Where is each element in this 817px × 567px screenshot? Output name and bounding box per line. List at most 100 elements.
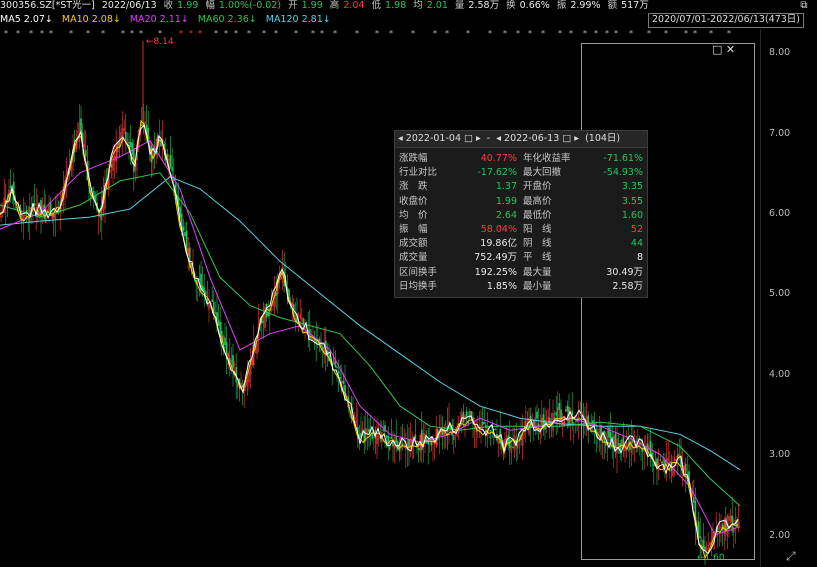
event-marker: *: [709, 29, 713, 38]
stat-value: 3.35: [621, 181, 643, 193]
candle-body: [483, 422, 486, 424]
stat-label: 阴 线: [523, 238, 552, 250]
restore-window-icon[interactable]: ⧉: [796, 0, 812, 12]
volume-label: 量: [454, 0, 465, 11]
event-marker: *: [198, 29, 202, 38]
event-marker: *: [583, 29, 587, 38]
event-marker: *: [121, 29, 125, 38]
date-range-label[interactable]: 2020/07/01-2022/06/13(473日): [648, 13, 804, 28]
candle-body: [494, 429, 497, 431]
candle-body: [337, 371, 340, 374]
stats-row: 成交量 752.49万平 线 8: [395, 251, 647, 265]
candle-body: [566, 405, 569, 412]
stat-label: 成交额: [399, 238, 428, 250]
event-marker: *: [101, 29, 105, 38]
stat-value: 2.58万: [612, 280, 643, 292]
maximize-icon[interactable]: □: [712, 43, 722, 56]
quote-bar: 300356.SZ[*ST光一] 2022/06/13 收 1.99 幅 1.00%…: [0, 0, 817, 13]
high-label: 高: [329, 0, 340, 11]
prev-start-icon[interactable]: ◂: [398, 133, 403, 144]
y-tick-label: 6.00: [769, 208, 791, 220]
stats-row: 收盘价 1.99 最高价 3.55: [395, 195, 647, 209]
event-marker: *: [311, 29, 315, 38]
candle-body: [219, 322, 222, 336]
event-marker: *: [214, 29, 218, 38]
ma120-legend: MA120 2.81↓: [265, 14, 331, 25]
event-marker: *: [179, 29, 183, 38]
stat-value: 44: [630, 238, 643, 250]
calendar-icon[interactable]: □: [562, 133, 571, 144]
stat-value: 192.25%: [474, 266, 517, 278]
candle-body: [198, 278, 201, 280]
high-arrow-icon: ←: [146, 37, 154, 47]
stat-label: 均 价: [399, 209, 428, 221]
stat-label: 涨 跌: [399, 181, 428, 193]
candle-body: [368, 428, 370, 433]
candle-body: [217, 319, 220, 326]
candle-body: [553, 417, 556, 419]
change-label: 幅: [205, 0, 215, 11]
next-start-icon[interactable]: ▸: [476, 133, 481, 144]
event-marker: *: [528, 29, 532, 38]
turnover-value: 0.66%: [519, 0, 550, 11]
stat-value: 40.77%: [480, 153, 517, 164]
prev-end-icon[interactable]: ◂: [496, 133, 501, 144]
stat-value: 1.60: [621, 209, 643, 221]
event-marker: *: [4, 29, 8, 38]
stat-value: 3.55: [621, 195, 643, 207]
candle-body: [203, 287, 206, 292]
low-arrow-icon: ←: [697, 553, 705, 563]
candle-body: [371, 433, 374, 439]
y-tick-label: 4.00: [769, 368, 791, 380]
stats-row: 日均换手 1.85% 最小量 2.58万: [395, 280, 647, 294]
candle-body: [9, 185, 12, 188]
interval-stats-panel: ◂ 2022-01-04 □ ▸ - ◂ 2022-06-13 □ ▸ (104日) 涨跌幅…: [394, 130, 648, 298]
stock-code[interactable]: 300356.SZ[*ST光一]: [0, 0, 95, 11]
amount-label: 额: [607, 0, 618, 11]
stat-label: 开盘价: [523, 181, 552, 193]
amplitude-label: 振: [556, 0, 567, 11]
candle-body: [232, 354, 234, 368]
event-marker: *: [727, 29, 731, 38]
stat-value: -17.62%: [477, 167, 517, 179]
event-marker: *: [130, 29, 134, 38]
stat-label: 收盘价: [399, 195, 428, 207]
event-marker: *: [69, 29, 73, 38]
start-date[interactable]: 2022-01-04: [406, 133, 461, 144]
stat-value: 8: [636, 252, 643, 264]
stat-value: 52: [630, 224, 643, 235]
days-count: (104日): [585, 133, 621, 144]
avg-value: 2.01: [426, 0, 448, 11]
interval-selection[interactable]: [581, 43, 755, 560]
event-marker: *: [684, 29, 688, 38]
candle-body: [33, 203, 36, 207]
y-tick-label: 7.00: [769, 127, 791, 139]
candle-body: [417, 447, 420, 450]
stat-label: 最高价: [523, 195, 552, 207]
candle-body: [204, 291, 207, 295]
calendar-icon[interactable]: □: [464, 133, 473, 144]
stat-label: 振 幅: [399, 224, 428, 235]
candle-body: [499, 429, 502, 444]
close-icon[interactable]: ✕: [726, 43, 735, 56]
separator: -: [486, 133, 491, 144]
close-label: 收: [163, 0, 174, 11]
candle-body: [509, 439, 511, 449]
candle-body: [382, 429, 385, 431]
candle-body: [336, 366, 338, 368]
quote-date: 2022/06/13: [101, 0, 157, 11]
candle-body: [262, 321, 265, 323]
candle-body: [169, 155, 172, 168]
candle-body: [558, 403, 561, 411]
next-end-icon[interactable]: ▸: [574, 133, 579, 144]
candle-body: [128, 142, 130, 144]
end-date[interactable]: 2022-06-13: [504, 133, 559, 144]
price-axis: 8.00 7.00 6.00 5.00 4.00 3.00 2.00: [760, 29, 817, 567]
event-marker: *: [541, 29, 545, 38]
amplitude-value: 2.99%: [570, 0, 601, 11]
candle-body: [171, 167, 174, 171]
event-marker: *: [234, 29, 238, 38]
event-marker: *: [466, 29, 470, 38]
stat-value: 752.49万: [474, 252, 517, 264]
expand-icon[interactable]: ⤢: [786, 549, 802, 565]
